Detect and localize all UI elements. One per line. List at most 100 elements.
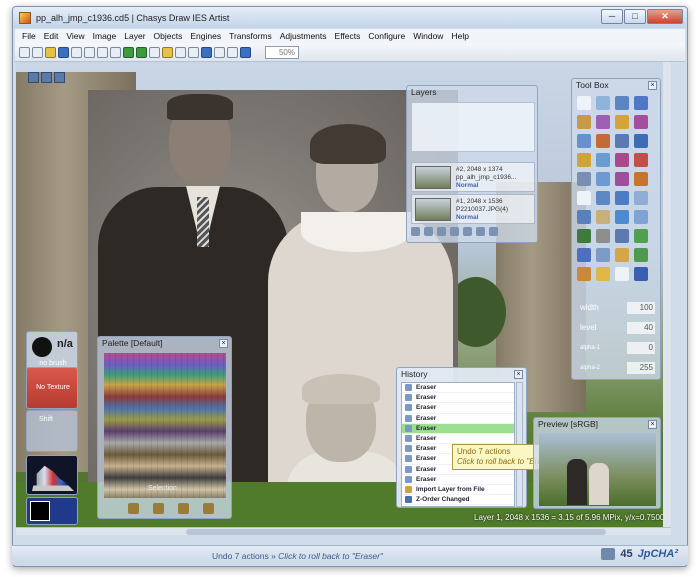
paste-icon[interactable] xyxy=(97,46,108,58)
mask-tool-icon[interactable] xyxy=(577,248,591,262)
pencil-tool-icon[interactable] xyxy=(615,134,629,148)
smudge-tool-icon[interactable] xyxy=(596,134,610,148)
copy-icon[interactable] xyxy=(84,46,95,58)
refresh-icon[interactable] xyxy=(203,503,214,514)
param-width[interactable]: width 100 xyxy=(576,301,658,315)
save-icon[interactable] xyxy=(58,46,69,58)
menu-layer[interactable]: Layer xyxy=(120,31,149,41)
select-icon[interactable] xyxy=(110,46,121,58)
open-icon[interactable] xyxy=(45,46,56,58)
layer-properties-icon[interactable] xyxy=(489,227,498,236)
undo-icon[interactable] xyxy=(123,46,134,58)
crop-icon[interactable] xyxy=(175,46,186,58)
print-icon[interactable] xyxy=(71,46,82,58)
menu-help[interactable]: Help xyxy=(447,31,472,41)
history-item[interactable]: Eraser xyxy=(402,434,514,445)
menu-objects[interactable]: Objects xyxy=(150,31,187,41)
zoom-field[interactable]: 50% xyxy=(265,45,299,59)
close-icon[interactable]: × xyxy=(219,339,228,348)
close-button[interactable]: ✕ xyxy=(647,9,683,24)
pen-tool-icon[interactable] xyxy=(615,96,629,110)
replace-tool-icon[interactable] xyxy=(596,248,610,262)
crop-tool-icon[interactable] xyxy=(577,210,591,224)
palette-swatches[interactable] xyxy=(104,353,226,498)
add-color-icon[interactable] xyxy=(178,503,189,514)
drop-tool-icon[interactable] xyxy=(577,134,591,148)
preview-image[interactable] xyxy=(539,433,656,506)
shape-tool-icon[interactable] xyxy=(596,191,610,205)
param-alpha-1[interactable]: alpha-1 0 xyxy=(576,341,658,355)
image-icon[interactable] xyxy=(41,72,52,83)
clone-tool-icon[interactable] xyxy=(577,172,591,186)
title-bar[interactable]: pp_alh_jmp_c1936.cd5 | Chasys Draw IES A… xyxy=(13,7,687,28)
param-alpha-1-value[interactable]: 0 xyxy=(627,342,655,354)
retouch-tool-icon[interactable] xyxy=(615,172,629,186)
menu-window[interactable]: Window xyxy=(409,31,447,41)
duplicate-layer-icon[interactable] xyxy=(424,227,433,236)
param-level[interactable]: level 40 xyxy=(576,321,658,335)
paint-tool-icon[interactable] xyxy=(596,115,610,129)
heal-tool-icon[interactable] xyxy=(596,172,610,186)
history-item[interactable]: Eraser xyxy=(402,383,514,394)
layer-row[interactable]: #1, 2048 x 1536 P2210037.JPG(4) Normal xyxy=(411,194,535,224)
scroll-thumb[interactable] xyxy=(186,529,606,535)
primary-color-swatch[interactable] xyxy=(30,501,50,521)
layer-row[interactable]: #2, 2048 x 1374 pp_alh_jmp_c1936... Norm… xyxy=(411,162,535,192)
history-item[interactable]: Eraser xyxy=(402,414,514,424)
close-icon[interactable]: × xyxy=(514,370,523,379)
color-tool-icon[interactable] xyxy=(634,153,648,167)
zoom-tool-icon[interactable] xyxy=(634,210,648,224)
airbrush-tool-icon[interactable] xyxy=(634,115,648,129)
stamp-tool-icon[interactable] xyxy=(634,172,648,186)
menu-configure[interactable]: Configure xyxy=(364,31,409,41)
maximize-button[interactable]: □ xyxy=(624,9,646,24)
lens-tool-icon[interactable] xyxy=(596,267,610,281)
mode-tool-icon[interactable] xyxy=(634,267,648,281)
text-tool-icon[interactable] xyxy=(577,191,591,205)
eraser-tool-icon[interactable] xyxy=(615,210,629,224)
marker-tool-icon[interactable] xyxy=(615,115,629,129)
history-item[interactable]: Eraser xyxy=(402,475,514,485)
texture-panel[interactable]: No Texture xyxy=(26,367,78,409)
brush-tool-icon[interactable] xyxy=(577,115,591,129)
gear-icon[interactable] xyxy=(577,267,591,281)
effects-tool-icon[interactable] xyxy=(634,229,648,243)
menu-effects[interactable]: Effects xyxy=(331,31,365,41)
grid-icon[interactable] xyxy=(214,46,225,58)
horizontal-scrollbar[interactable] xyxy=(16,527,671,535)
menu-edit[interactable]: Edit xyxy=(40,31,63,41)
move-up-icon[interactable] xyxy=(463,227,472,236)
curve-tool-icon[interactable] xyxy=(634,96,648,110)
vertical-scrollbar[interactable] xyxy=(663,62,671,527)
line-tool-icon[interactable] xyxy=(615,191,629,205)
dodge-tool-icon[interactable] xyxy=(577,153,591,167)
close-icon[interactable]: × xyxy=(648,81,657,90)
bucket-tool-icon[interactable] xyxy=(615,229,629,243)
menu-file[interactable]: File xyxy=(18,31,40,41)
move-icon[interactable] xyxy=(149,46,160,58)
param-alpha-2[interactable]: alpha-2 255 xyxy=(576,361,658,375)
close-icon[interactable]: × xyxy=(648,420,657,429)
measure-tool-icon[interactable] xyxy=(596,210,610,224)
save-palette-icon[interactable] xyxy=(153,503,164,514)
new-icon[interactable] xyxy=(19,46,30,58)
menu-engines[interactable]: Engines xyxy=(186,31,225,41)
layers-icon[interactable] xyxy=(201,46,212,58)
color-panel[interactable] xyxy=(26,497,78,525)
fill-tool-icon[interactable] xyxy=(634,134,648,148)
delete-layer-icon[interactable] xyxy=(450,227,459,236)
history-item[interactable]: Import Layer from File xyxy=(402,485,514,496)
resize-icon[interactable] xyxy=(188,46,199,58)
tone-tool-icon[interactable] xyxy=(615,248,629,262)
brush-icon[interactable] xyxy=(128,503,139,514)
wand-icon[interactable] xyxy=(162,46,173,58)
settings-icon[interactable] xyxy=(227,46,238,58)
history-item[interactable]: Eraser xyxy=(402,393,514,404)
menu-transforms[interactable]: Transforms xyxy=(225,31,276,41)
history-item[interactable]: Eraser xyxy=(402,403,514,414)
grid-tool-icon[interactable] xyxy=(596,229,610,243)
history-item-selected[interactable]: Eraser xyxy=(402,423,514,434)
minimize-button[interactable]: ─ xyxy=(601,9,623,24)
new-document-icon[interactable] xyxy=(32,46,43,58)
menu-view[interactable]: View xyxy=(62,31,88,41)
